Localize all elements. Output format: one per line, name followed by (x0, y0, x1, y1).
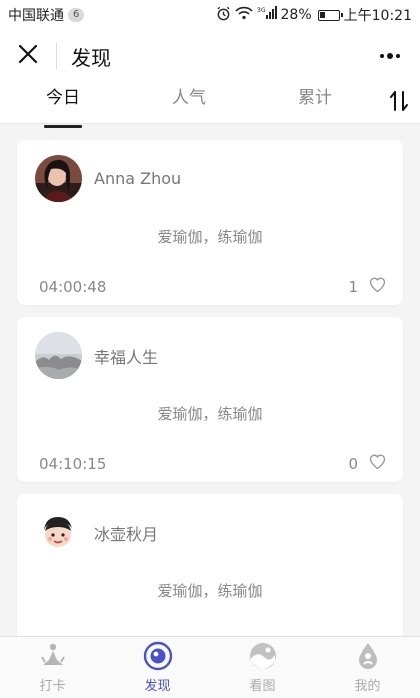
practice-duration: 04:00:48 (39, 277, 107, 296)
post-text: 爱瑜伽，练瑜伽 (157, 582, 263, 600)
svg-text:3G: 3G (257, 7, 266, 14)
post-author[interactable]: 冰壶秋月 (35, 509, 158, 556)
bottom-tab-bar: 打卡 发现 看图 我的 (0, 636, 420, 698)
username: Anna Zhou (94, 169, 182, 188)
post-footer: 04:00:48 1 (39, 276, 387, 297)
post-text: 爱瑜伽，练瑜伽 (157, 228, 263, 246)
bottom-tab-gallery[interactable]: 看图 (210, 637, 315, 698)
avatar[interactable] (35, 155, 82, 202)
tab-popular[interactable]: 人气 (126, 82, 252, 124)
bottom-tab-discover[interactable]: 发现 (105, 637, 210, 698)
like-control[interactable]: 0 (348, 453, 387, 474)
bottom-tab-label: 我的 (354, 679, 381, 694)
bottom-tab-mine[interactable]: 我的 (315, 637, 420, 698)
practice-duration: 04:10:15 (39, 454, 107, 473)
tab-bar: 今日 人气 累计 (0, 82, 420, 128)
avatar[interactable] (35, 509, 82, 556)
wifi-icon (234, 6, 253, 24)
post-card[interactable]: Anna Zhou 爱瑜伽，练瑜伽 04:00:48 1 (17, 140, 403, 305)
meditation-figure-icon (38, 641, 68, 671)
tab-today[interactable]: 今日 (0, 82, 126, 128)
discover-eye-icon (143, 641, 173, 671)
post-card[interactable]: 冰壶秋月 爱瑜伽，练瑜伽 (17, 494, 403, 636)
like-control[interactable]: 1 (348, 276, 387, 297)
clock: 上午10:21 (343, 8, 412, 24)
more-dots-icon (380, 53, 400, 59)
avatar[interactable] (35, 332, 82, 379)
like-count: 1 (348, 277, 358, 296)
app-screen: 中国联通 6 3G 28% 上午10:21 发现 今日 人气 累计 Anna Z… (0, 0, 420, 698)
bottom-tab-label: 发现 (144, 679, 171, 694)
discover-feed[interactable]: Anna Zhou 爱瑜伽，练瑜伽 04:00:48 1 幸福人生 爱瑜伽，练瑜… (0, 124, 420, 636)
bottom-tab-checkin[interactable]: 打卡 (0, 637, 105, 698)
post-author[interactable]: 幸福人生 (35, 332, 158, 379)
bottom-tab-label: 打卡 (39, 679, 66, 694)
bottom-tab-label: 看图 (249, 679, 276, 694)
carrier-name: 中国联通 (8, 8, 64, 24)
signal-icon: 3G (257, 6, 277, 24)
nav-divider (56, 43, 57, 69)
sort-button[interactable] (378, 82, 420, 124)
profile-drop-icon (353, 641, 383, 671)
nav-bar: 发现 (0, 30, 420, 82)
carrier-badge: 6 (68, 8, 85, 22)
more-button[interactable] (360, 30, 420, 82)
username: 幸福人生 (94, 347, 159, 367)
close-button[interactable] (0, 30, 56, 82)
tab-cumulative[interactable]: 累计 (252, 82, 378, 124)
page-title: 发现 (71, 45, 111, 70)
post-text: 爱瑜伽，练瑜伽 (157, 405, 263, 423)
post-author[interactable]: Anna Zhou (35, 155, 181, 202)
heart-icon[interactable] (368, 453, 387, 474)
sort-arrows-icon (389, 90, 409, 116)
username: 冰壶秋月 (94, 524, 159, 544)
close-icon (18, 44, 38, 68)
battery-percent: 28% (280, 7, 312, 23)
status-bar: 中国联通 6 3G 28% 上午10:21 (0, 0, 420, 30)
heart-icon[interactable] (368, 276, 387, 297)
picture-icon (248, 641, 278, 671)
post-footer: 04:10:15 0 (39, 453, 387, 474)
post-card[interactable]: 幸福人生 爱瑜伽，练瑜伽 04:10:15 0 (17, 317, 403, 482)
alarm-icon (216, 6, 231, 25)
like-count: 0 (348, 454, 358, 473)
battery-icon (317, 9, 343, 21)
